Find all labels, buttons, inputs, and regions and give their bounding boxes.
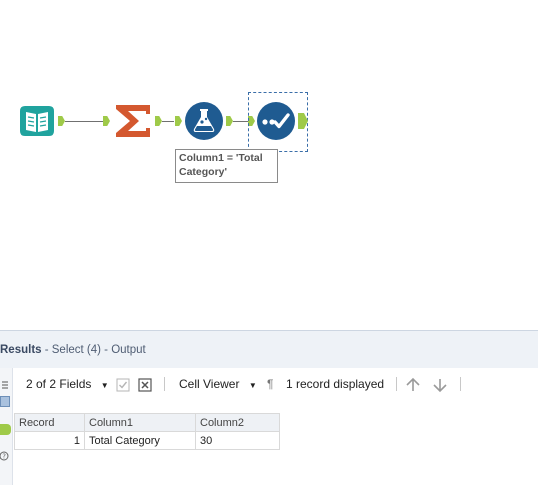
annotation-line-1: Column1 = 'Total bbox=[179, 152, 263, 164]
grid-header-row: Record Column1 Column2 bbox=[14, 413, 280, 432]
pilcrow-icon[interactable]: ¶ bbox=[267, 376, 273, 392]
arrow-down-icon[interactable] bbox=[432, 377, 448, 397]
fields-dropdown-label: 2 of 2 Fields bbox=[26, 377, 92, 391]
table-row[interactable]: 1 Total Category 30 bbox=[14, 431, 280, 450]
cell-column1[interactable]: Total Category bbox=[84, 431, 196, 450]
results-panel: Results - Select (4) - Output ? 2 of 2 F… bbox=[0, 330, 538, 485]
output-anchor-icon[interactable] bbox=[0, 424, 11, 435]
output-anchor[interactable] bbox=[58, 116, 65, 126]
results-title: Results bbox=[0, 344, 42, 356]
help-icon[interactable]: ? bbox=[0, 448, 10, 461]
checkmark-icon bbox=[257, 102, 295, 140]
clear-filter-icon[interactable] bbox=[138, 378, 152, 396]
fields-dropdown[interactable]: 2 of 2 Fields ▼ bbox=[26, 376, 109, 394]
input-anchor[interactable] bbox=[175, 116, 182, 126]
connector-line bbox=[65, 121, 103, 122]
tool-annotation: Column1 = 'Total Category' bbox=[175, 149, 278, 183]
sigma-icon bbox=[116, 105, 150, 137]
caret-down-icon: ▼ bbox=[248, 381, 257, 390]
toolbar-divider bbox=[164, 377, 165, 391]
cell-record[interactable]: 1 bbox=[14, 431, 85, 450]
caret-down-icon: ▼ bbox=[100, 381, 109, 390]
toolbar-divider bbox=[396, 377, 397, 391]
records-count: 1 record displayed bbox=[286, 377, 385, 391]
flask-icon bbox=[185, 102, 223, 140]
filter-formula-tool[interactable] bbox=[184, 101, 224, 141]
output-anchor[interactable] bbox=[155, 116, 162, 126]
connector-line bbox=[162, 121, 174, 122]
cell-viewer-label: Cell Viewer bbox=[179, 377, 240, 391]
summarize-tool[interactable] bbox=[113, 102, 153, 140]
arrow-up-icon[interactable] bbox=[405, 377, 421, 397]
results-header: Results - Select (4) - Output bbox=[0, 330, 538, 368]
column-header-record[interactable]: Record bbox=[14, 413, 85, 432]
results-side-rail: ? bbox=[0, 368, 13, 485]
toolbar-divider bbox=[460, 377, 461, 391]
svg-text:?: ? bbox=[2, 453, 6, 461]
column-header-column1[interactable]: Column1 bbox=[84, 413, 196, 432]
list-icon[interactable] bbox=[0, 376, 10, 389]
results-toolbar: 2 of 2 Fields ▼ Cell Viewer ▼ ¶ 1 record… bbox=[14, 368, 538, 400]
results-subtitle: - Select (4) - Output bbox=[41, 344, 146, 356]
select-tool[interactable] bbox=[256, 101, 296, 141]
table-view-icon[interactable] bbox=[0, 396, 10, 407]
column-header-column2[interactable]: Column2 bbox=[195, 413, 280, 432]
output-anchor[interactable] bbox=[226, 116, 233, 126]
annotation-line-2: Category' bbox=[179, 166, 228, 178]
book-icon bbox=[20, 106, 54, 136]
workflow-canvas[interactable]: Column1 = 'Total Category' bbox=[0, 0, 538, 330]
input-data-tool[interactable] bbox=[18, 103, 56, 139]
cell-viewer-dropdown[interactable]: Cell Viewer ▼ bbox=[179, 376, 257, 394]
results-grid: Record Column1 Column2 1 Total Category … bbox=[14, 413, 280, 450]
connector-line bbox=[233, 121, 248, 122]
checkbox-icon[interactable] bbox=[116, 378, 130, 396]
cell-column2[interactable]: 30 bbox=[195, 431, 280, 450]
input-anchor[interactable] bbox=[103, 116, 110, 126]
